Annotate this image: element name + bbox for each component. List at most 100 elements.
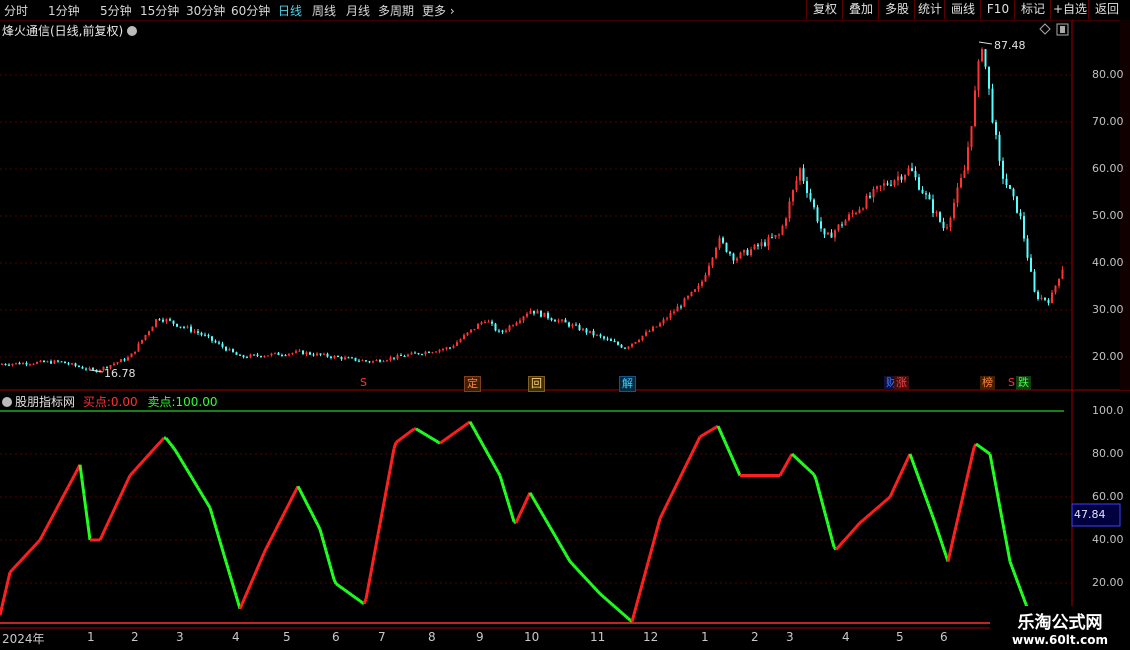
indicator-segment xyxy=(898,470,904,477)
event-marker-zhang[interactable]: 涨 xyxy=(894,376,909,390)
candle-body xyxy=(459,339,462,343)
candle-body xyxy=(484,321,486,323)
event-marker-jie[interactable]: 解 xyxy=(619,376,636,392)
indicator-segment xyxy=(144,454,150,459)
indicator-segment xyxy=(152,445,158,450)
candle-body xyxy=(120,359,122,363)
candle-body xyxy=(291,352,294,354)
indicator-segment xyxy=(548,526,554,532)
candle-body xyxy=(858,209,861,213)
indicator-segment xyxy=(562,550,568,556)
candle-body xyxy=(935,212,938,214)
indicator-segment xyxy=(824,516,830,525)
indicator-segment xyxy=(216,534,222,542)
candle-body xyxy=(543,312,546,317)
candle-body xyxy=(806,181,808,193)
indicator-segment xyxy=(840,539,846,544)
indicator-segment xyxy=(465,421,469,426)
indicator-segment xyxy=(72,471,78,477)
indicator-segment xyxy=(292,489,298,495)
indicator-segment xyxy=(200,493,206,499)
indicator-segment xyxy=(118,492,124,498)
candle-body xyxy=(25,362,28,365)
candle-body xyxy=(722,237,724,243)
event-marker-ding[interactable]: 定 xyxy=(464,376,481,392)
candle-body xyxy=(410,352,413,355)
candle-body xyxy=(813,199,815,208)
event-marker-bang[interactable]: 榜 xyxy=(980,376,995,390)
indicator-segment xyxy=(246,584,252,591)
indicator-segment xyxy=(601,594,605,599)
candle-body xyxy=(592,330,595,336)
indicator-segment xyxy=(280,512,286,519)
indicator-segment xyxy=(806,467,812,472)
dropdown-circle-icon[interactable] xyxy=(2,397,12,407)
candle-body xyxy=(435,351,437,353)
indicator-segment xyxy=(282,509,288,515)
candle-body xyxy=(816,207,819,222)
event-marker-die[interactable]: 跌 xyxy=(1016,376,1031,390)
event-marker-hui[interactable]: 回 xyxy=(528,376,545,392)
indicator-segment xyxy=(176,453,182,459)
date-label: 7 xyxy=(378,630,386,644)
indicator-segment xyxy=(728,452,734,459)
candle-body xyxy=(802,168,805,182)
candle-body xyxy=(1,364,3,366)
event-marker-s[interactable]: S xyxy=(358,376,369,390)
candle-body xyxy=(981,49,983,62)
indicator-segment xyxy=(508,508,514,516)
indicator-segment xyxy=(498,475,504,483)
indicator-segment xyxy=(328,564,334,573)
indicator-segment xyxy=(985,449,989,454)
candle-body xyxy=(11,363,14,366)
indicator-segment xyxy=(455,429,459,434)
indicator-segment xyxy=(304,501,310,507)
candle-body xyxy=(207,335,210,337)
candle-body xyxy=(603,336,605,339)
candle-body xyxy=(365,360,367,362)
candle-body xyxy=(477,323,479,329)
candle-body xyxy=(596,334,598,336)
indicator-segment xyxy=(1016,582,1022,589)
indicator-segment xyxy=(500,481,506,490)
candle-body xyxy=(165,319,168,322)
candle-body xyxy=(190,326,192,332)
candle-body xyxy=(627,346,630,349)
indicator-segment xyxy=(734,465,740,472)
indicator-segment xyxy=(962,482,968,492)
diamond-icon[interactable] xyxy=(1039,23,1051,35)
indicator-segment xyxy=(378,512,384,525)
indicator-segment xyxy=(445,436,449,441)
candle-body xyxy=(186,326,189,328)
indicator-segment xyxy=(520,504,526,511)
candle-body xyxy=(480,322,483,324)
kline-chart[interactable] xyxy=(0,0,1130,650)
candle-body xyxy=(221,343,224,347)
indicator-segment xyxy=(351,593,355,598)
candle-body xyxy=(39,360,42,362)
indicator-title[interactable]: 股朋指标网 买点:0.00 卖点:100.00 xyxy=(2,393,217,410)
candle-body xyxy=(988,66,990,89)
date-label: 5 xyxy=(896,630,904,644)
indicator-segment xyxy=(110,509,116,515)
indicator-segment xyxy=(504,494,510,503)
indicator-segment xyxy=(409,429,413,434)
candle-body xyxy=(368,361,371,363)
indicator-segment xyxy=(904,457,910,464)
indicator-segment xyxy=(607,599,611,604)
candle-body xyxy=(876,186,878,189)
indicator-segment xyxy=(578,571,584,576)
indicator-segment xyxy=(875,506,879,511)
indicator-segment xyxy=(332,578,338,585)
indicator-segment xyxy=(258,557,264,563)
indicator-segment xyxy=(0,606,4,616)
indicator-segment xyxy=(114,500,120,507)
indicator-segment xyxy=(64,486,70,492)
indicator-segment xyxy=(242,594,248,601)
indicator-segment xyxy=(266,540,272,546)
candle-body xyxy=(785,218,787,226)
indicator-segment xyxy=(224,561,230,569)
candle-body xyxy=(753,244,756,250)
indicator-segment xyxy=(707,429,711,434)
candle-body xyxy=(536,310,539,314)
